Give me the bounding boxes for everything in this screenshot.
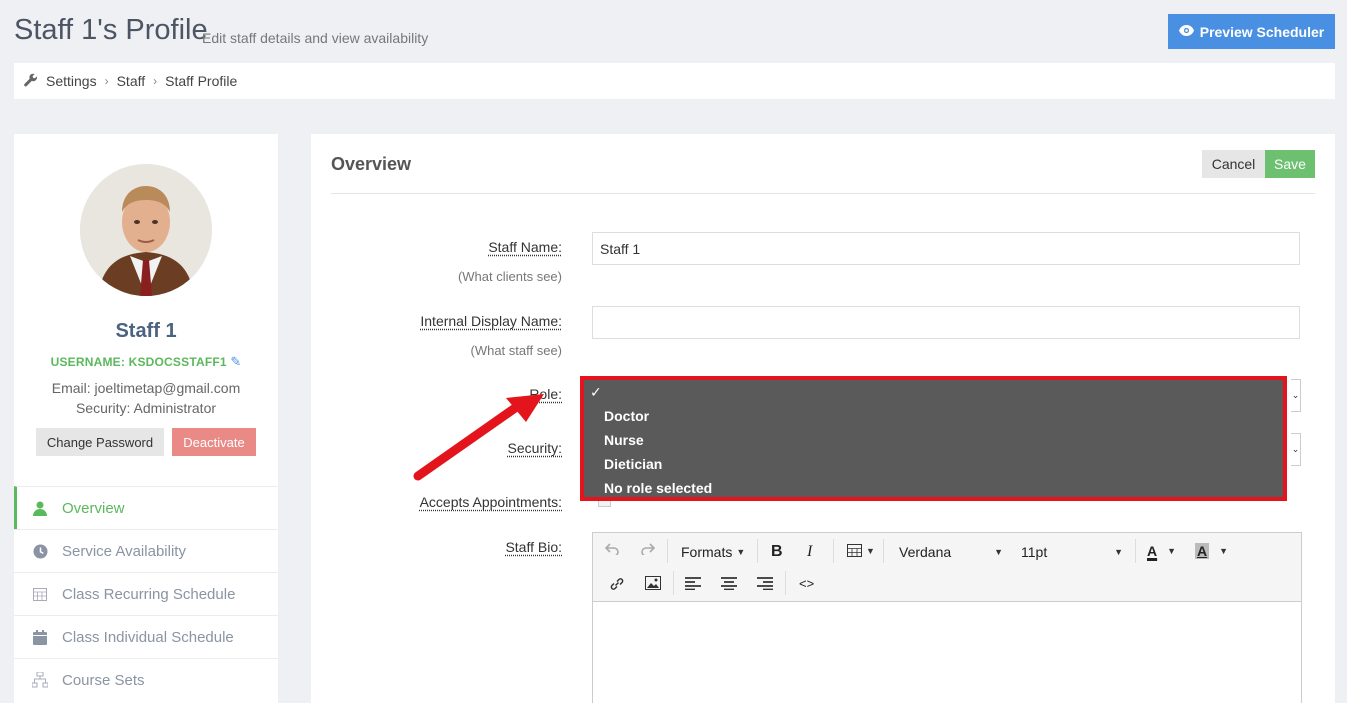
caret-down-icon: ▼ xyxy=(1114,547,1123,557)
staff-name-label: Staff Name: xyxy=(488,239,562,255)
divider xyxy=(331,193,1315,194)
font-size-dropdown[interactable]: 11pt ▼ xyxy=(1021,544,1123,560)
chevron-down-icon: ⌄ xyxy=(1291,390,1300,400)
staff-bio-label: Staff Bio: xyxy=(505,539,562,555)
chevron-right-icon: › xyxy=(104,74,109,88)
nav-class-individual-schedule-label: Class Individual Schedule xyxy=(62,628,234,646)
breadcrumb-settings[interactable]: Settings xyxy=(46,73,97,89)
nav-overview[interactable]: Overview xyxy=(14,486,278,529)
editor-content-area[interactable] xyxy=(593,602,1301,703)
caret-down-icon: ▼ xyxy=(866,545,875,556)
cancel-button[interactable]: Cancel xyxy=(1202,150,1265,178)
formats-label: Formats xyxy=(681,544,733,560)
nav-course-sets[interactable]: Course Sets xyxy=(14,658,278,701)
page-subtitle: Edit staff details and view availability xyxy=(202,30,429,46)
nav-class-individual-schedule[interactable]: Class Individual Schedule xyxy=(14,615,278,658)
nav-class-recurring-schedule[interactable]: Class Recurring Schedule xyxy=(14,572,278,615)
toolbar-separator xyxy=(1135,539,1136,563)
overview-title: Overview xyxy=(331,154,412,174)
calendar-grid-icon xyxy=(32,587,48,601)
role-dropdown-menu: ✓ Doctor Nurse Dietician No role selecte… xyxy=(580,376,1287,501)
text-color-icon: A xyxy=(1147,543,1158,559)
editor-toolbar: Formats ▼ B I ▼ Verdana ▼ 11pt ▼ A ▼ A ▼… xyxy=(593,533,1301,602)
background-color-icon: A xyxy=(1195,543,1210,559)
align-right-icon[interactable] xyxy=(757,577,773,590)
toolbar-separator xyxy=(833,539,834,563)
email: Email: joeltimetap@gmail.com xyxy=(51,380,241,396)
sitemap-icon xyxy=(32,672,48,688)
role-option-doctor[interactable]: Doctor xyxy=(604,408,649,424)
avatar xyxy=(80,164,212,296)
nav-service-availability-label: Service Availability xyxy=(62,542,186,560)
toolbar-separator xyxy=(667,539,668,563)
link-icon[interactable] xyxy=(609,576,625,592)
image-icon[interactable] xyxy=(645,576,661,590)
font-family-value: Verdana xyxy=(899,544,952,560)
source-code-icon[interactable]: <> xyxy=(799,576,814,591)
table-icon[interactable]: ▼ xyxy=(847,544,875,557)
background-color-button[interactable]: A ▼ xyxy=(1195,543,1228,559)
caret-down-icon: ▼ xyxy=(1219,546,1229,556)
toolbar-separator xyxy=(785,571,786,595)
nav-course-sets-label: Course Sets xyxy=(62,671,145,689)
internal-display-name-hint: (What staff see) xyxy=(470,343,562,358)
align-center-icon[interactable] xyxy=(721,577,737,590)
text-color-button[interactable]: A ▼ xyxy=(1147,543,1176,559)
caret-down-icon: ▼ xyxy=(1167,546,1177,556)
caret-down-icon: ▼ xyxy=(994,547,1003,557)
eye-icon xyxy=(1178,24,1194,39)
role-select[interactable]: ⌄ xyxy=(1291,379,1301,412)
breadcrumb-staff[interactable]: Staff xyxy=(117,73,146,89)
security-level: Security: Administrator xyxy=(75,400,217,416)
clock-icon xyxy=(32,544,48,559)
preview-scheduler-label: Preview Scheduler xyxy=(1199,23,1325,40)
profile-nav: Overview Service Availability Class Recu… xyxy=(14,486,278,701)
bold-icon[interactable]: B xyxy=(771,543,783,561)
undo-icon[interactable] xyxy=(605,543,619,555)
role-option-none[interactable]: No role selected xyxy=(604,480,712,496)
font-family-dropdown[interactable]: Verdana ▼ xyxy=(899,544,1003,560)
toolbar-separator xyxy=(757,539,758,563)
chevron-right-icon: › xyxy=(153,74,158,88)
accepts-appointments-label: Accepts Appointments: xyxy=(419,494,562,510)
pencil-icon[interactable]: ✎ xyxy=(230,354,241,369)
staff-bio-editor: Formats ▼ B I ▼ Verdana ▼ 11pt ▼ A ▼ A ▼… xyxy=(592,532,1302,703)
username: USERNAME: KSDOCSSTAFF1 ✎ xyxy=(14,354,278,370)
calendar-icon xyxy=(32,629,48,645)
nav-overview-label: Overview xyxy=(62,499,125,517)
breadcrumb-staff-profile: Staff Profile xyxy=(165,73,238,89)
staff-name-hint: (What clients see) xyxy=(457,269,562,284)
nav-service-availability[interactable]: Service Availability xyxy=(14,529,278,572)
wrench-icon xyxy=(24,73,38,90)
font-size-value: 11pt xyxy=(1021,544,1048,560)
role-option-nurse[interactable]: Nurse xyxy=(604,432,644,448)
check-icon[interactable]: ✓ xyxy=(590,384,602,401)
toolbar-separator xyxy=(883,539,884,563)
security-select[interactable]: ⌄ xyxy=(1291,433,1301,466)
staff-name: Staff 1 xyxy=(115,320,177,342)
username-text: USERNAME: KSDOCSSTAFF1 xyxy=(50,355,227,369)
breadcrumb: Settings › Staff › Staff Profile xyxy=(14,63,1335,99)
user-icon xyxy=(32,501,48,516)
preview-scheduler-button[interactable]: Preview Scheduler xyxy=(1168,14,1335,49)
align-left-icon[interactable] xyxy=(685,577,701,590)
page-title: Staff 1's Profile xyxy=(14,14,208,46)
chevron-down-icon: ⌄ xyxy=(1291,444,1300,454)
profile-card: Staff 1 USERNAME: KSDOCSSTAFF1 ✎ Email: … xyxy=(14,134,278,703)
italic-icon[interactable]: I xyxy=(807,543,812,561)
formats-dropdown[interactable]: Formats ▼ xyxy=(681,544,745,560)
deactivate-button[interactable]: Deactivate xyxy=(172,428,256,456)
internal-display-name-label: Internal Display Name: xyxy=(420,313,562,329)
nav-class-recurring-schedule-label: Class Recurring Schedule xyxy=(62,585,236,603)
role-option-dietician[interactable]: Dietician xyxy=(604,456,662,472)
caret-down-icon: ▼ xyxy=(736,547,746,557)
toolbar-separator xyxy=(673,571,674,595)
staff-name-input[interactable] xyxy=(592,232,1300,265)
annotation-arrow xyxy=(413,394,544,481)
internal-display-name-input[interactable] xyxy=(592,306,1300,339)
change-password-button[interactable]: Change Password xyxy=(36,428,164,456)
save-button[interactable]: Save xyxy=(1265,150,1315,178)
redo-icon[interactable] xyxy=(641,543,655,555)
